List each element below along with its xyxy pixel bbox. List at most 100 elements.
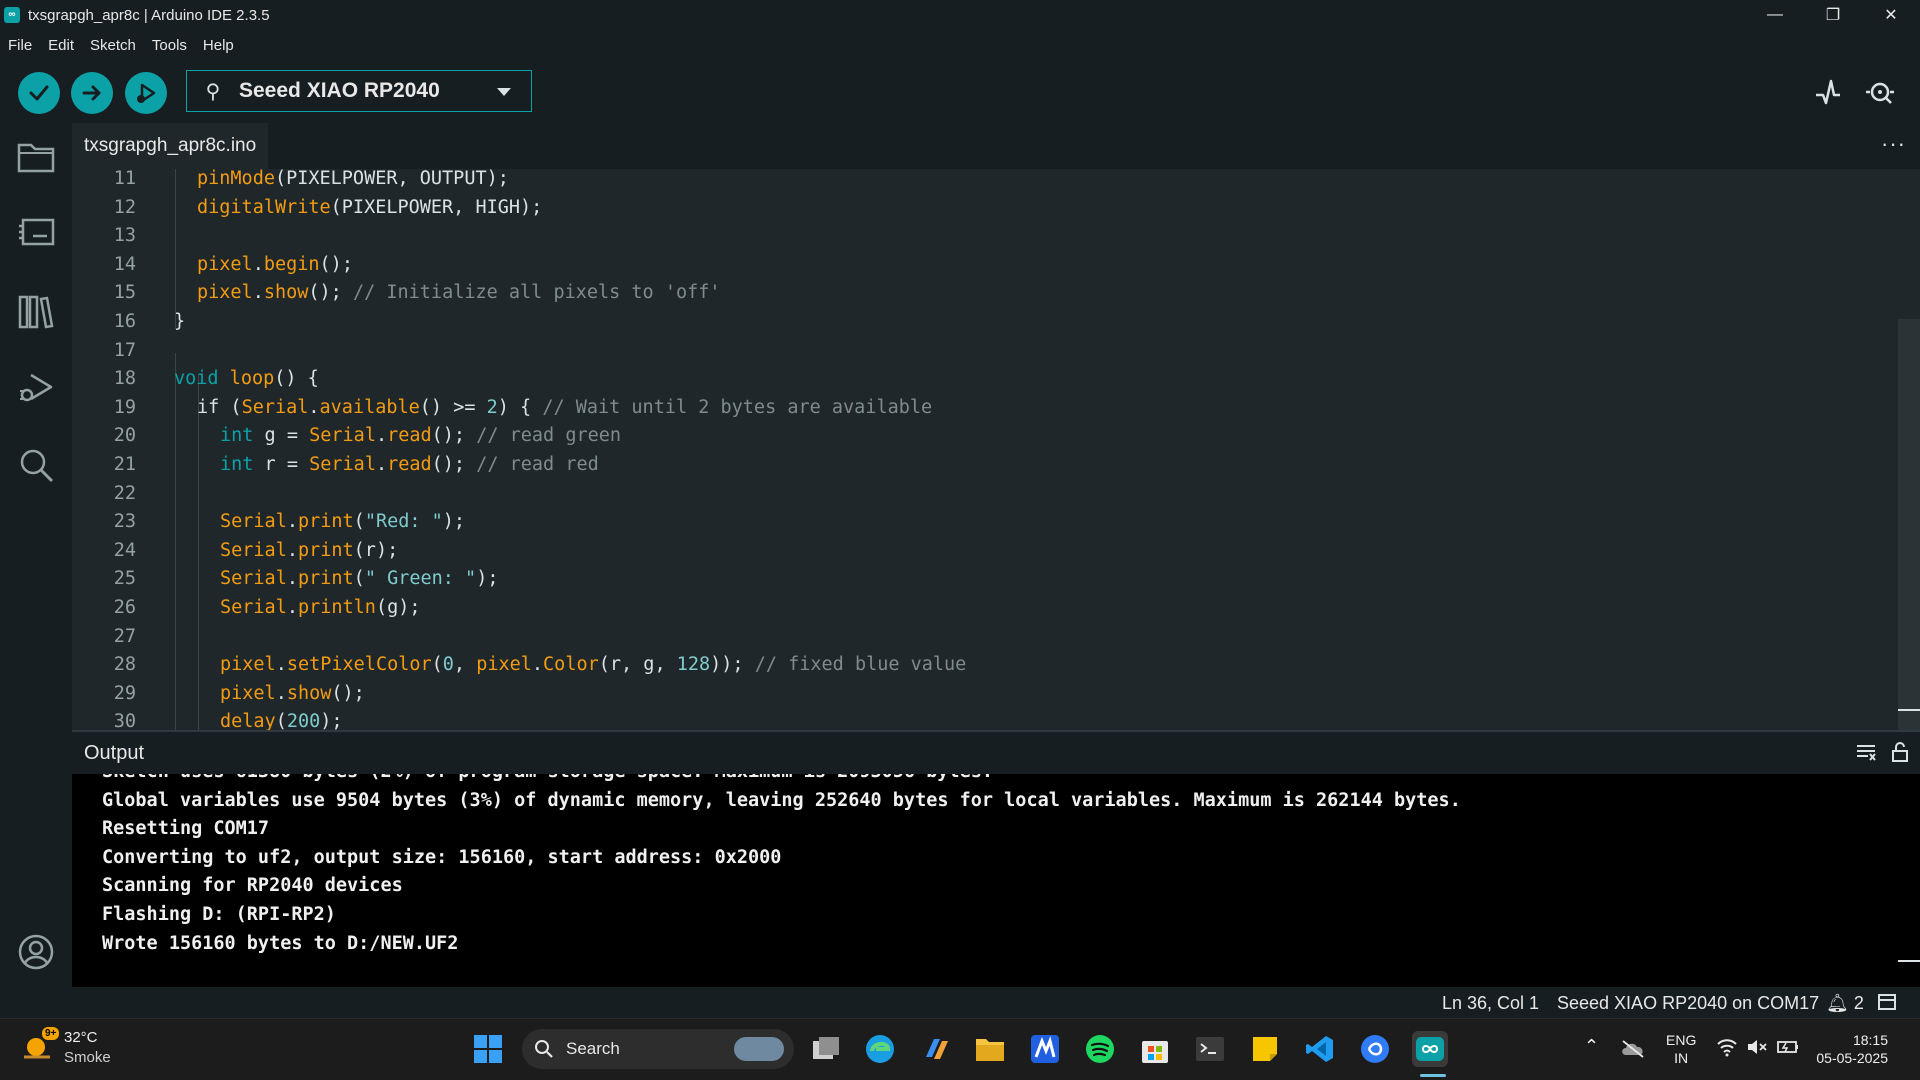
edge-app[interactable]	[862, 1031, 898, 1067]
menu-file[interactable]: File	[8, 37, 32, 54]
sketchbook-button[interactable]	[14, 135, 58, 179]
clear-output-icon[interactable]	[1854, 740, 1878, 764]
cursor-position[interactable]: Ln 36, Col 1	[1442, 993, 1539, 1014]
clock-time: 18:15	[1852, 1032, 1888, 1048]
toggle-panel-button[interactable]	[1877, 992, 1897, 1017]
start-button[interactable]	[470, 1031, 506, 1067]
arduino-ide-app[interactable]	[1412, 1031, 1448, 1067]
line-number: 14	[113, 253, 136, 275]
code-line: 18 void loop() {	[72, 365, 1872, 393]
spotify-app[interactable]	[1082, 1031, 1118, 1067]
code-editor[interactable]: 11 pinMode(PIXELPOWER, OUTPUT); 12 digitalW…	[72, 169, 1920, 730]
code-text: }	[174, 311, 186, 332]
output-console[interactable]: Sketch uses 61380 bytes (2%) of program …	[72, 774, 1920, 987]
serial-monitor-button[interactable]	[1862, 74, 1898, 110]
menu-help[interactable]: Help	[203, 37, 234, 54]
task-view-button[interactable]	[808, 1031, 844, 1067]
code-text: delay(200);	[220, 711, 343, 730]
board-port-status[interactable]: Seeed XIAO RP2040 on COM17	[1557, 993, 1819, 1014]
output-line: Converting to uf2, output size: 156160, …	[102, 846, 782, 868]
code-text: pixel.show();	[220, 682, 365, 704]
menu-edit[interactable]: Edit	[48, 37, 74, 54]
notifications-button[interactable]: 🔔︎ 2	[1826, 993, 1864, 1014]
check-icon	[29, 85, 49, 101]
line-number: 22	[113, 482, 136, 504]
debug-button[interactable]	[125, 72, 167, 114]
circle-app[interactable]	[1357, 1031, 1393, 1067]
search-label: Search	[566, 1039, 620, 1058]
spotify-icon	[1086, 1035, 1114, 1063]
boards-manager-button[interactable]	[14, 211, 58, 255]
code-line: 16}	[72, 308, 1872, 336]
windows-logo-icon	[474, 1035, 502, 1063]
store-app[interactable]	[1137, 1031, 1173, 1067]
bug-play-icon	[20, 373, 53, 402]
line-number: 27	[113, 625, 136, 647]
sticky-notes-app[interactable]	[1247, 1031, 1283, 1067]
line-number: 17	[113, 339, 136, 361]
line-number: 29	[113, 682, 136, 704]
copilot-app[interactable]	[918, 1031, 954, 1067]
minimize-button[interactable]: —	[1746, 0, 1804, 30]
arrow-right-icon	[82, 85, 101, 101]
account-button[interactable]	[14, 930, 58, 974]
weather-desc: Smoke	[64, 1049, 111, 1066]
clock[interactable]: 18:15 05-05-2025	[1812, 1031, 1888, 1067]
line-number: 12	[113, 196, 136, 218]
line-number: 21	[113, 454, 136, 475]
code-line: 20 int g = Serial.read(); // read green	[72, 422, 1872, 450]
tray-expand-button[interactable]: ⌃	[1584, 1037, 1599, 1055]
store-icon	[1142, 1041, 1168, 1063]
close-button[interactable]: ✕	[1862, 0, 1920, 30]
output-panel-header: Output	[72, 730, 1920, 774]
search-highlight-icon	[734, 1037, 784, 1061]
menu-sketch[interactable]: Sketch	[90, 37, 136, 54]
debug-panel-button[interactable]	[14, 366, 58, 410]
lang-top: ENG	[1666, 1032, 1697, 1048]
output-title: Output	[84, 742, 145, 764]
code-line: 14 pixel.begin();	[72, 251, 1872, 279]
code-text: void loop() {	[174, 368, 319, 390]
cloud-offline-icon	[1622, 1040, 1644, 1058]
windows-taskbar: 9+ 32°C Smoke Search ⌃ ENG IN 18:15 05-05-…	[0, 1018, 1920, 1080]
vscode-app[interactable]	[1302, 1031, 1338, 1067]
verify-button[interactable]	[18, 72, 60, 114]
file-explorer-app[interactable]	[972, 1031, 1008, 1067]
editor-scrollbar[interactable]	[1898, 319, 1920, 730]
search-icon	[20, 449, 54, 483]
system-tray-icons[interactable]	[1716, 1037, 1800, 1057]
lock-open-icon[interactable]	[1888, 740, 1912, 764]
onedrive-tray[interactable]	[1620, 1039, 1646, 1064]
library-icon	[18, 295, 54, 329]
board-selector[interactable]: ⚲ Seeed XIAO RP2040	[186, 70, 532, 112]
terminal-app[interactable]	[1192, 1031, 1228, 1067]
maximize-button[interactable]: ❐	[1804, 0, 1862, 30]
upload-button[interactable]	[71, 72, 113, 114]
folder-icon	[976, 1039, 1004, 1061]
output-line: Resetting COM17	[102, 818, 270, 840]
code-line: 27	[72, 623, 1872, 651]
line-number: 30	[113, 711, 136, 730]
blue-circle-icon	[1361, 1035, 1389, 1063]
search-panel-button[interactable]	[14, 443, 58, 487]
code-line: 30 delay(200);	[72, 708, 1872, 730]
menu-tools[interactable]: Tools	[152, 37, 187, 54]
sticky-note-icon	[1253, 1037, 1277, 1061]
code-line: 19 if (Serial.available() >= 2) { // Wait…	[72, 394, 1872, 422]
language-indicator[interactable]: ENG IN	[1666, 1031, 1696, 1067]
line-number: 19	[113, 396, 136, 418]
library-manager-button[interactable]	[14, 289, 58, 333]
tab-sketch-file[interactable]: txsgrapgh_apr8c.ino	[72, 123, 269, 169]
vpn-app[interactable]	[1027, 1031, 1063, 1067]
bell-icon: 🔔︎	[1826, 993, 1849, 1013]
code-line: 12 digitalWrite(PIXELPOWER, HIGH);	[72, 194, 1872, 222]
code-text: Serial.print(" Green: ");	[220, 568, 499, 590]
more-icon[interactable]: ···	[1881, 131, 1906, 157]
code-text: pixel.begin();	[197, 253, 353, 275]
taskbar-search[interactable]: Search	[522, 1029, 794, 1069]
weather-widget[interactable]: 9+	[20, 1027, 60, 1069]
chevron-down-icon	[497, 88, 511, 96]
terminal-icon	[1196, 1037, 1224, 1061]
active-app-indicator	[1420, 1074, 1446, 1077]
serial-plotter-button[interactable]	[1810, 74, 1846, 110]
